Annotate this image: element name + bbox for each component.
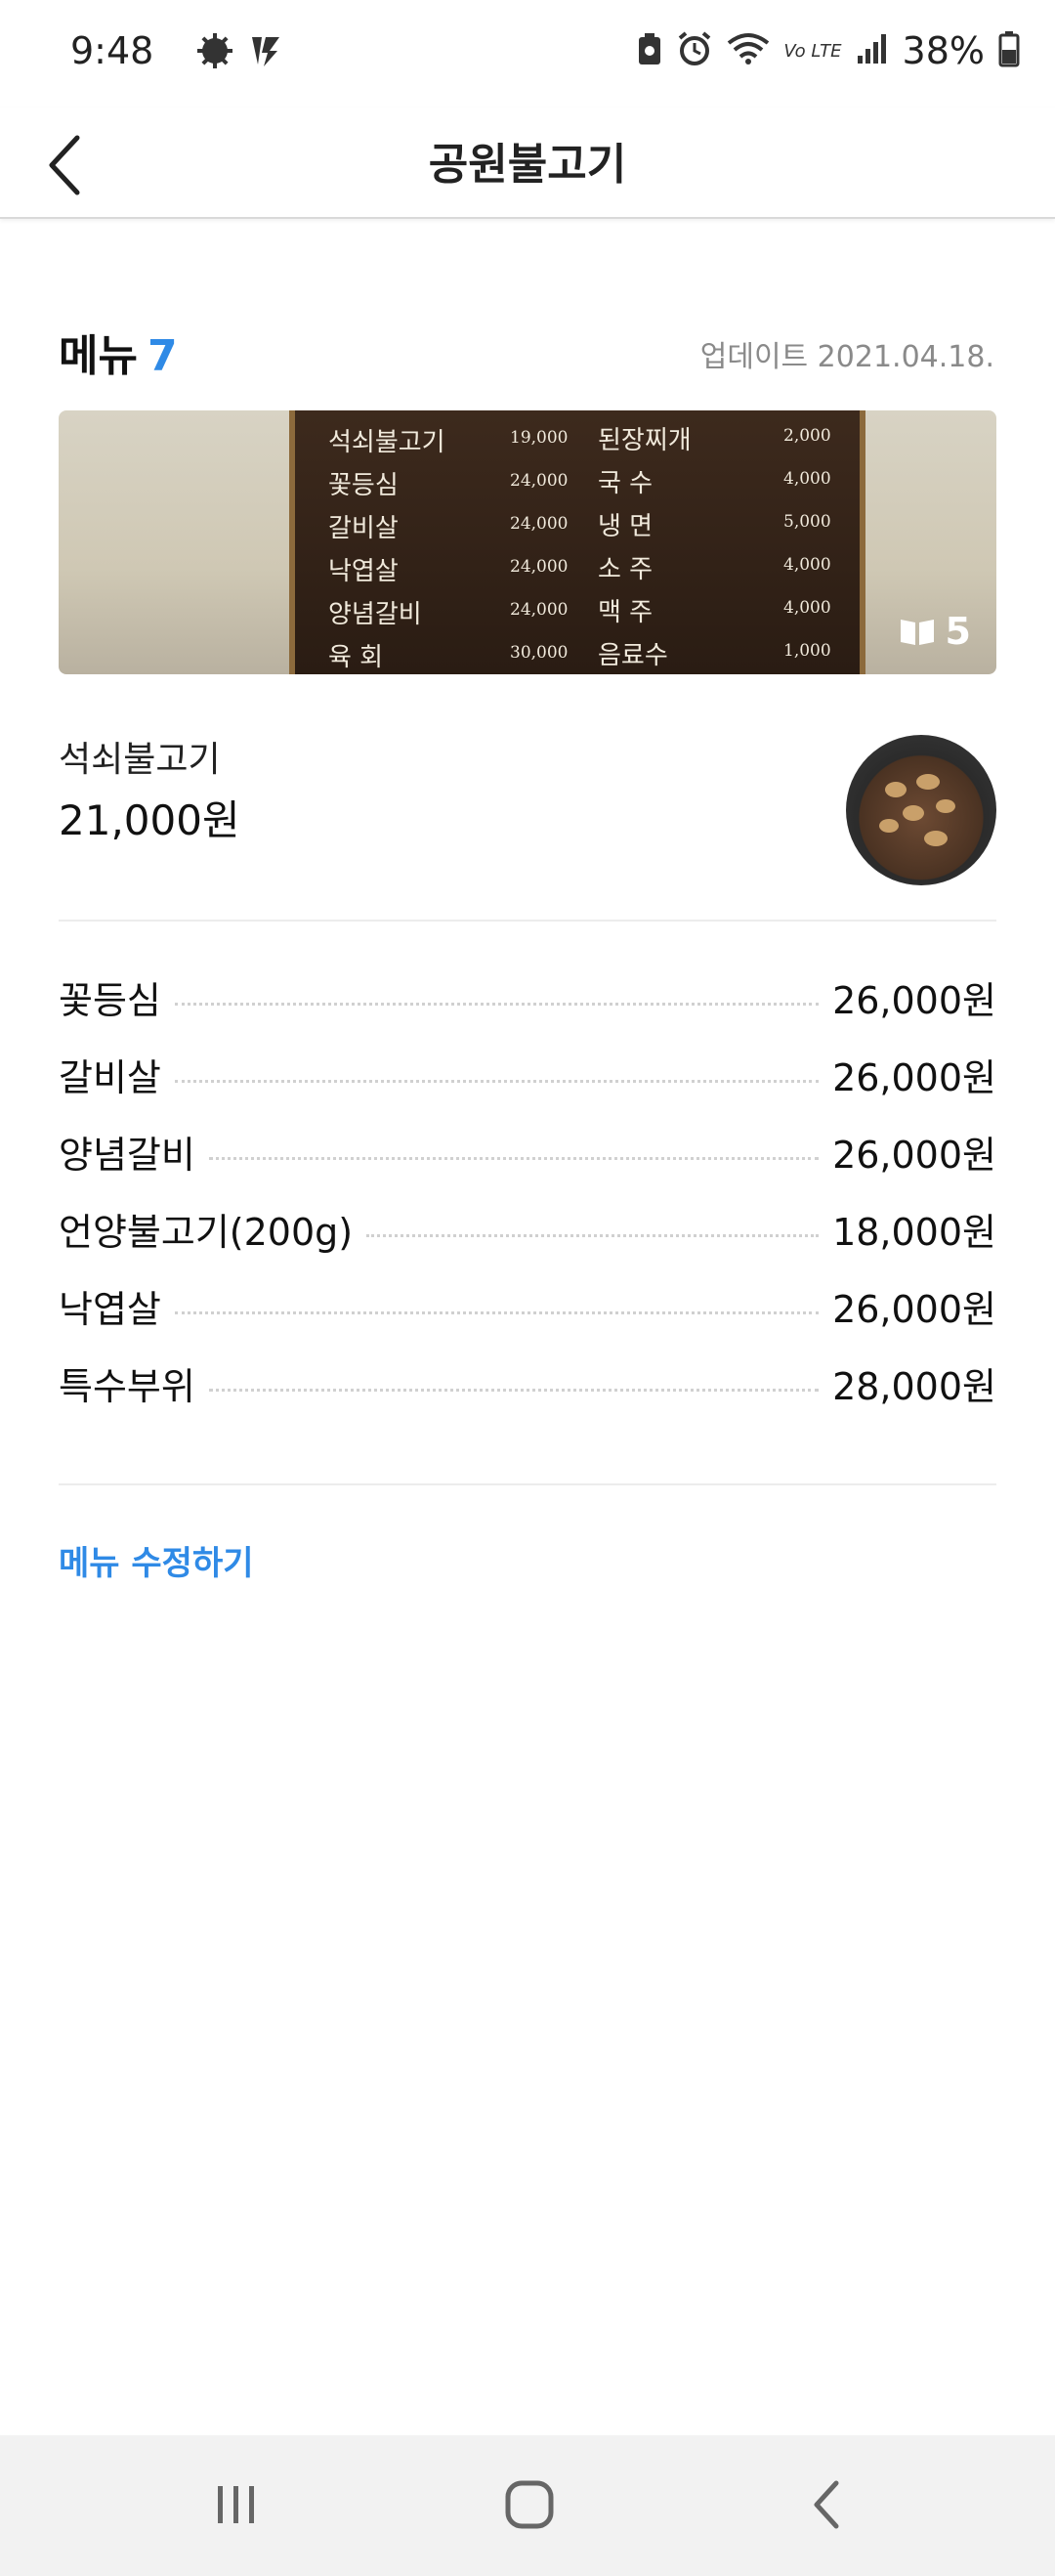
board-price-left-6: 30,000	[510, 643, 569, 663]
system-nav-bar	[0, 2435, 1055, 2576]
dotted-leader	[174, 1002, 820, 1006]
board-item-left-3: 갈비살	[328, 514, 399, 543]
board-price-right-6: 1,000	[783, 641, 831, 661]
featured-item-price: 21,000원	[59, 796, 240, 844]
board-item-right-1: 된장찌개	[598, 426, 692, 455]
menu-count: 7	[147, 331, 178, 381]
status-time: 9:48	[70, 29, 154, 72]
dotted-leader	[174, 1079, 820, 1083]
menu-item-price: 26,000원	[832, 1287, 996, 1331]
board-price-left-4: 24,000	[510, 557, 569, 577]
recent-apps-button[interactable]	[197, 2470, 275, 2539]
board-price-left-2: 24,000	[510, 471, 569, 491]
home-icon	[505, 2480, 554, 2529]
menu-item-name: 꽃등심	[59, 978, 161, 1022]
back-icon	[814, 2480, 839, 2529]
signal-icon	[856, 32, 889, 69]
list-item: 양념갈비 26,000원	[59, 1122, 996, 1181]
board-price-right-4: 4,000	[783, 555, 831, 575]
menu-item-price: 26,000원	[832, 1133, 996, 1177]
board-item-left-2: 꽃등심	[328, 471, 399, 500]
status-left-icons	[195, 31, 283, 74]
featured-item-photo[interactable]	[846, 735, 996, 885]
board-price-right-1: 2,000	[783, 426, 831, 446]
board-item-left-6: 육 회	[328, 643, 384, 672]
list-item: 꽃등심 26,000원	[59, 967, 996, 1026]
menu-item-price: 26,000원	[832, 1055, 996, 1099]
board-price-right-2: 4,000	[783, 469, 831, 489]
list-item: 갈비살 26,000원	[59, 1045, 996, 1103]
list-item: 언양불고기(200g) 18,000원	[59, 1199, 996, 1258]
dotted-leader	[208, 1388, 820, 1392]
edit-menu-link[interactable]: 메뉴 수정하기	[59, 1536, 254, 1584]
board-item-left-4: 낙엽살	[328, 557, 399, 586]
volte-icon: Vo LTE	[783, 40, 842, 62]
menu-board-photo[interactable]: 석쇠불고기 19,000 꽃등심 24,000 갈비살 24,000 낙엽살 2…	[59, 410, 996, 674]
back-nav-button[interactable]	[787, 2470, 865, 2539]
menu-item-price: 26,000원	[832, 978, 996, 1022]
home-button[interactable]	[490, 2470, 569, 2539]
divider	[59, 1483, 996, 1485]
book-icon	[900, 620, 934, 645]
board-price-left-1: 19,000	[510, 428, 569, 448]
board-item-left-5: 양념갈비	[328, 600, 422, 629]
settings-gear-icon	[195, 31, 234, 74]
update-date: 업데이트 2021.04.18.	[699, 340, 994, 374]
menu-item-name: 언양불고기(200g)	[59, 1210, 354, 1254]
recent-apps-icon	[218, 2486, 254, 2523]
menu-item-price: 18,000원	[832, 1210, 996, 1254]
photo-count-value: 5	[945, 610, 971, 653]
board-price-left-5: 24,000	[510, 600, 569, 620]
menu-item-name: 낙엽살	[59, 1287, 161, 1331]
dotted-leader	[208, 1156, 820, 1160]
list-item: 특수부위 28,000원	[59, 1353, 996, 1412]
menu-board: 석쇠불고기 19,000 꽃등심 24,000 갈비살 24,000 낙엽살 2…	[289, 410, 865, 674]
status-bar: 9:48 Vo LTE 38%	[0, 0, 1055, 107]
board-price-right-5: 4,000	[783, 598, 831, 618]
app-header: 공원불고기	[0, 107, 1055, 219]
menu-item-name: 갈비살	[59, 1055, 161, 1099]
wifi-icon	[727, 31, 770, 70]
dotted-leader	[174, 1310, 820, 1314]
divider	[59, 920, 996, 922]
list-item: 낙엽살 26,000원	[59, 1276, 996, 1335]
battery-icon	[998, 30, 1020, 71]
battery-saver-icon	[637, 31, 662, 70]
page-title: 공원불고기	[428, 140, 627, 190]
alarm-icon	[676, 30, 713, 71]
lightning-icon	[248, 33, 283, 72]
board-item-left-1: 석쇠불고기	[328, 428, 445, 457]
board-price-right-3: 5,000	[783, 512, 831, 532]
menu-item-name: 양념갈비	[59, 1133, 195, 1177]
menu-heading-label: 메뉴	[59, 331, 138, 381]
menu-heading: 메뉴 7	[59, 321, 178, 383]
menu-item-price: 28,000원	[832, 1364, 996, 1408]
board-price-left-3: 24,000	[510, 514, 569, 534]
featured-item-name: 석쇠불고기	[59, 740, 221, 780]
board-item-right-4: 소 주	[598, 555, 654, 584]
dotted-leader	[366, 1233, 820, 1237]
menu-item-name: 특수부위	[59, 1364, 195, 1408]
board-item-right-6: 음료수	[598, 641, 668, 670]
board-item-right-2: 국 수	[598, 469, 654, 498]
board-item-right-5: 맥 주	[598, 598, 654, 627]
battery-percent: 38%	[902, 29, 985, 72]
board-item-right-3: 냉 면	[598, 512, 654, 541]
photo-count: 5	[899, 610, 971, 653]
status-right-icons: Vo LTE 38%	[637, 29, 1020, 72]
